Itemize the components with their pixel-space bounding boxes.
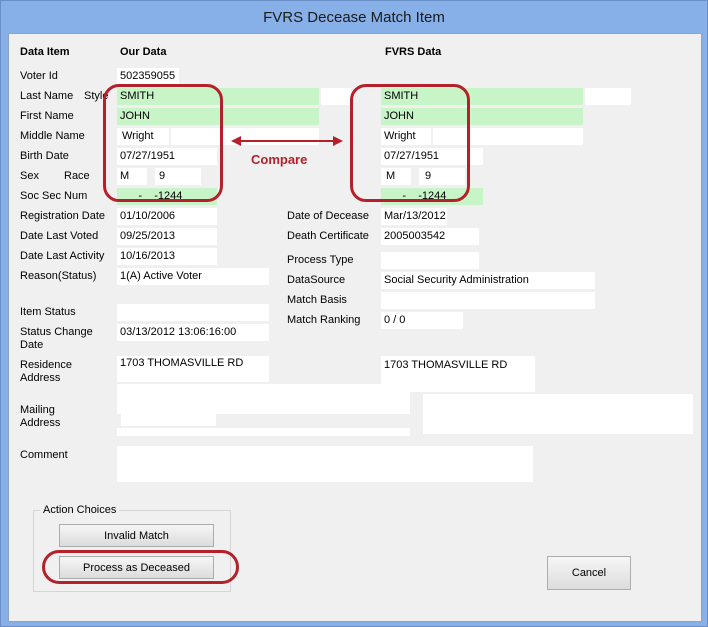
our-data-highlight-ring <box>103 84 223 202</box>
our-registration-date-field[interactable]: 01/10/2006 <box>117 208 217 225</box>
our-status-change-date-field[interactable]: 03/13/2012 13:06:16:00 <box>117 324 269 341</box>
cancel-button[interactable]: Cancel <box>547 556 631 590</box>
dialog-client-area: Data Item Our Data FVRS Data Voter Id La… <box>8 33 702 622</box>
label-sex: Sex <box>20 170 39 182</box>
compare-arrow-icon <box>231 136 343 146</box>
label-match-ranking: Match Ranking <box>287 314 361 326</box>
label-date-last-activity: Date Last Activity <box>20 250 105 262</box>
fvrs-date-of-decease-field[interactable]: Mar/13/2012 <box>381 208 447 225</box>
our-style-field[interactable] <box>321 88 351 105</box>
label-data-source: DataSource <box>287 274 346 286</box>
fvrs-residence-address-field[interactable]: 1703 THOMASVILLE RD <box>381 356 535 392</box>
fvrs-style-field[interactable] <box>585 88 631 105</box>
process-deceased-highlight-ring <box>42 550 239 584</box>
fvrs-data-highlight-ring <box>350 84 470 202</box>
our-mailing-address-line3 <box>117 428 410 436</box>
fvrs-match-ranking-field[interactable]: 0 / 0 <box>381 312 463 329</box>
label-last-name: Last Name <box>20 90 74 102</box>
window-title: FVRS Decease Match Item <box>263 8 445 26</box>
label-soc-sec-num: Soc Sec Num <box>20 190 88 202</box>
fvrs-match-basis-field[interactable] <box>381 292 595 309</box>
label-reason-status: Reason(Status) <box>20 270 97 282</box>
our-date-last-voted-field[interactable]: 09/25/2013 <box>117 228 217 245</box>
fvrs-process-type-field[interactable] <box>381 252 479 269</box>
our-comment-field[interactable] <box>117 446 533 482</box>
label-item-status: Item Status <box>20 306 76 318</box>
label-first-name: First Name <box>20 110 74 122</box>
label-process-type: Process Type <box>287 254 354 266</box>
header-fvrs-data: FVRS Data <box>385 46 442 58</box>
label-date-last-voted: Date Last Voted <box>20 230 99 242</box>
our-mailing-address-line2 <box>121 414 216 426</box>
label-race: Race <box>64 170 90 182</box>
our-reason-status-field[interactable]: 1(A) Active Voter <box>117 268 269 285</box>
label-residence-address: Residence Address <box>20 359 72 384</box>
dialog-window: FVRS Decease Match Item Data Item Our Da… <box>0 0 708 627</box>
compare-annotation: Compare <box>251 152 308 167</box>
fvrs-death-certificate-field[interactable]: 2005003542 <box>381 228 479 245</box>
label-date-of-decease: Date of Decease <box>287 210 369 222</box>
invalid-match-button[interactable]: Invalid Match <box>59 524 214 547</box>
label-voter-id: Voter Id <box>20 70 58 82</box>
label-match-basis: Match Basis <box>287 294 347 306</box>
fvrs-mailing-address-field[interactable] <box>423 394 693 434</box>
header-our-data: Our Data <box>120 46 167 58</box>
label-status-change-date: Status Change Date <box>20 326 93 351</box>
our-item-status-field[interactable] <box>117 304 269 321</box>
header-data-item: Data Item <box>20 46 70 58</box>
label-registration-date: Registration Date <box>20 210 105 222</box>
fvrs-data-source-field[interactable]: Social Security Administration <box>381 272 595 289</box>
label-middle-name: Middle Name <box>20 130 85 142</box>
label-death-certificate: Death Certificate <box>287 230 369 242</box>
label-comment: Comment <box>20 449 68 461</box>
action-choices-title: Action Choices <box>40 504 120 517</box>
our-mailing-address-field[interactable] <box>117 384 410 414</box>
our-voter-id-field[interactable]: 502359055 <box>117 68 179 85</box>
label-birth-date: Birth Date <box>20 150 69 162</box>
our-date-last-activity-field[interactable]: 10/16/2013 <box>117 248 217 265</box>
our-residence-address-field[interactable]: 1703 THOMASVILLE RD <box>117 356 269 382</box>
label-mailing-address: Mailing Address <box>20 404 61 429</box>
